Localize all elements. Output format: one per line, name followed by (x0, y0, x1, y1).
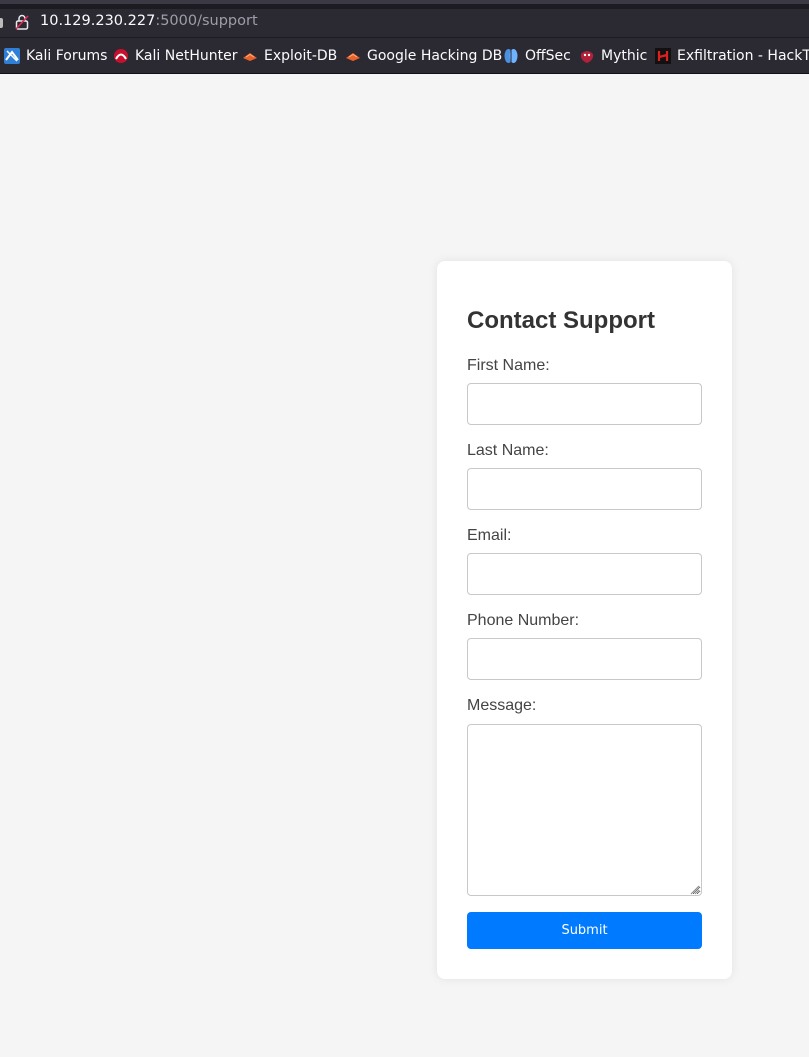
last-name-input[interactable] (467, 468, 702, 510)
submit-button[interactable]: Submit (467, 912, 702, 949)
bookmarks-toolbar: Kali Forums Kali NetHunter Exploit-DB Go… (0, 38, 809, 74)
url-host: 10.129.230.227 (40, 13, 156, 29)
nethunter-icon (113, 48, 129, 64)
tab-edge-indicator (0, 18, 3, 28)
bookmark-offsec[interactable]: OffSec (503, 47, 571, 65)
resize-grip-icon[interactable] (690, 882, 700, 895)
email-label: Email: (467, 527, 512, 544)
bookmark-label: Mythic (601, 48, 648, 64)
bookmark-exfiltration-hacktricks[interactable]: Exfiltration - HackTri (655, 47, 809, 65)
bookmark-exploit-db[interactable]: Exploit-DB (242, 47, 337, 65)
exploit-db-icon (242, 48, 258, 64)
page-title: Contact Support (467, 307, 655, 334)
contact-support-card: Contact Support First Name: Last Name: E… (437, 261, 732, 979)
first-name-label: First Name: (467, 357, 550, 374)
bookmark-mythic[interactable]: Mythic (579, 47, 647, 65)
url-path: :5000/support (155, 13, 258, 29)
url-text[interactable]: 10.129.230.227:5000/support (40, 13, 258, 29)
bookmark-google-hacking-db[interactable]: Google Hacking DB (345, 47, 502, 65)
bookmark-kali-forums[interactable]: Kali Forums (4, 47, 107, 65)
hacktricks-icon (655, 48, 671, 64)
bookmark-label: OffSec (525, 48, 571, 64)
address-field[interactable]: 10.129.230.227:5000/support (0, 9, 809, 37)
bookmark-kali-nethunter[interactable]: Kali NetHunter (113, 47, 237, 65)
ghdb-icon (345, 48, 361, 64)
browser-url-bar[interactable]: 10.129.230.227:5000/support (0, 0, 809, 38)
mythic-icon (579, 48, 595, 64)
offsec-icon (503, 48, 519, 64)
phone-number-input[interactable] (467, 638, 702, 680)
phone-number-label: Phone Number: (467, 612, 580, 629)
bookmark-label: Google Hacking DB (367, 48, 503, 64)
last-name-label: Last Name: (467, 442, 549, 459)
message-label: Message: (467, 697, 537, 714)
email-input[interactable] (467, 553, 702, 595)
bookmark-label: Kali Forums (26, 48, 108, 64)
bookmark-label: Kali NetHunter (135, 48, 238, 64)
insecure-lock-icon[interactable] (15, 14, 29, 30)
message-textarea[interactable] (467, 724, 702, 896)
bookmark-label: Exfiltration - HackTri (677, 48, 809, 64)
first-name-input[interactable] (467, 383, 702, 425)
bookmark-label: Exploit-DB (264, 48, 338, 64)
kali-dragon-icon (4, 48, 20, 64)
